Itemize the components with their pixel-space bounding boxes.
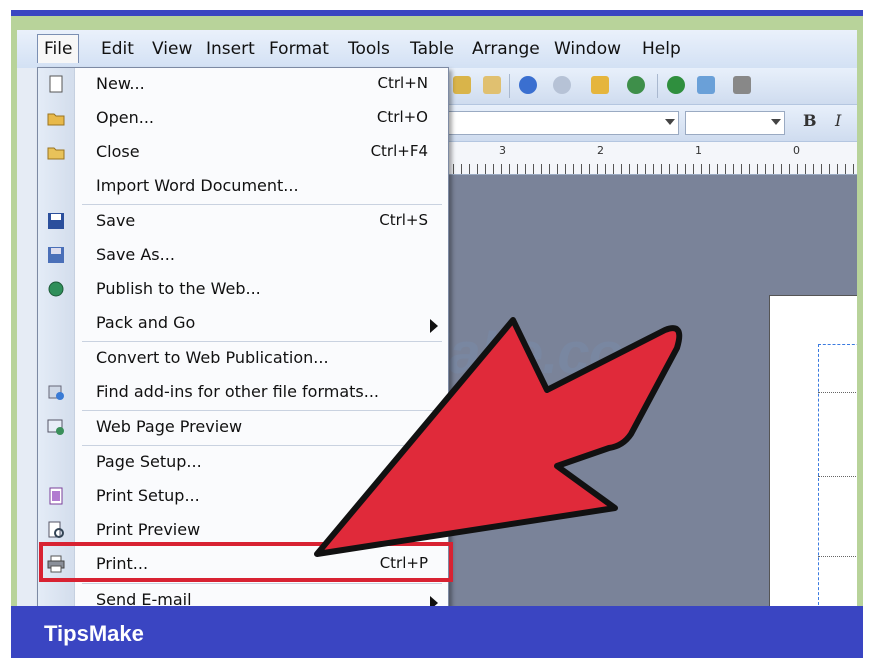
pointer-arrow-icon: [314, 317, 683, 557]
publisher-window: File Edit View Insert Format Tools Table…: [17, 30, 857, 606]
brand-banner: TipsMake: [11, 606, 863, 658]
screenshot-frame: File Edit View Insert Format Tools Table…: [0, 0, 870, 665]
frame-border-top: [17, 16, 857, 30]
frame-border-right: [857, 16, 863, 606]
brand-name: TipsMake: [44, 621, 144, 646]
